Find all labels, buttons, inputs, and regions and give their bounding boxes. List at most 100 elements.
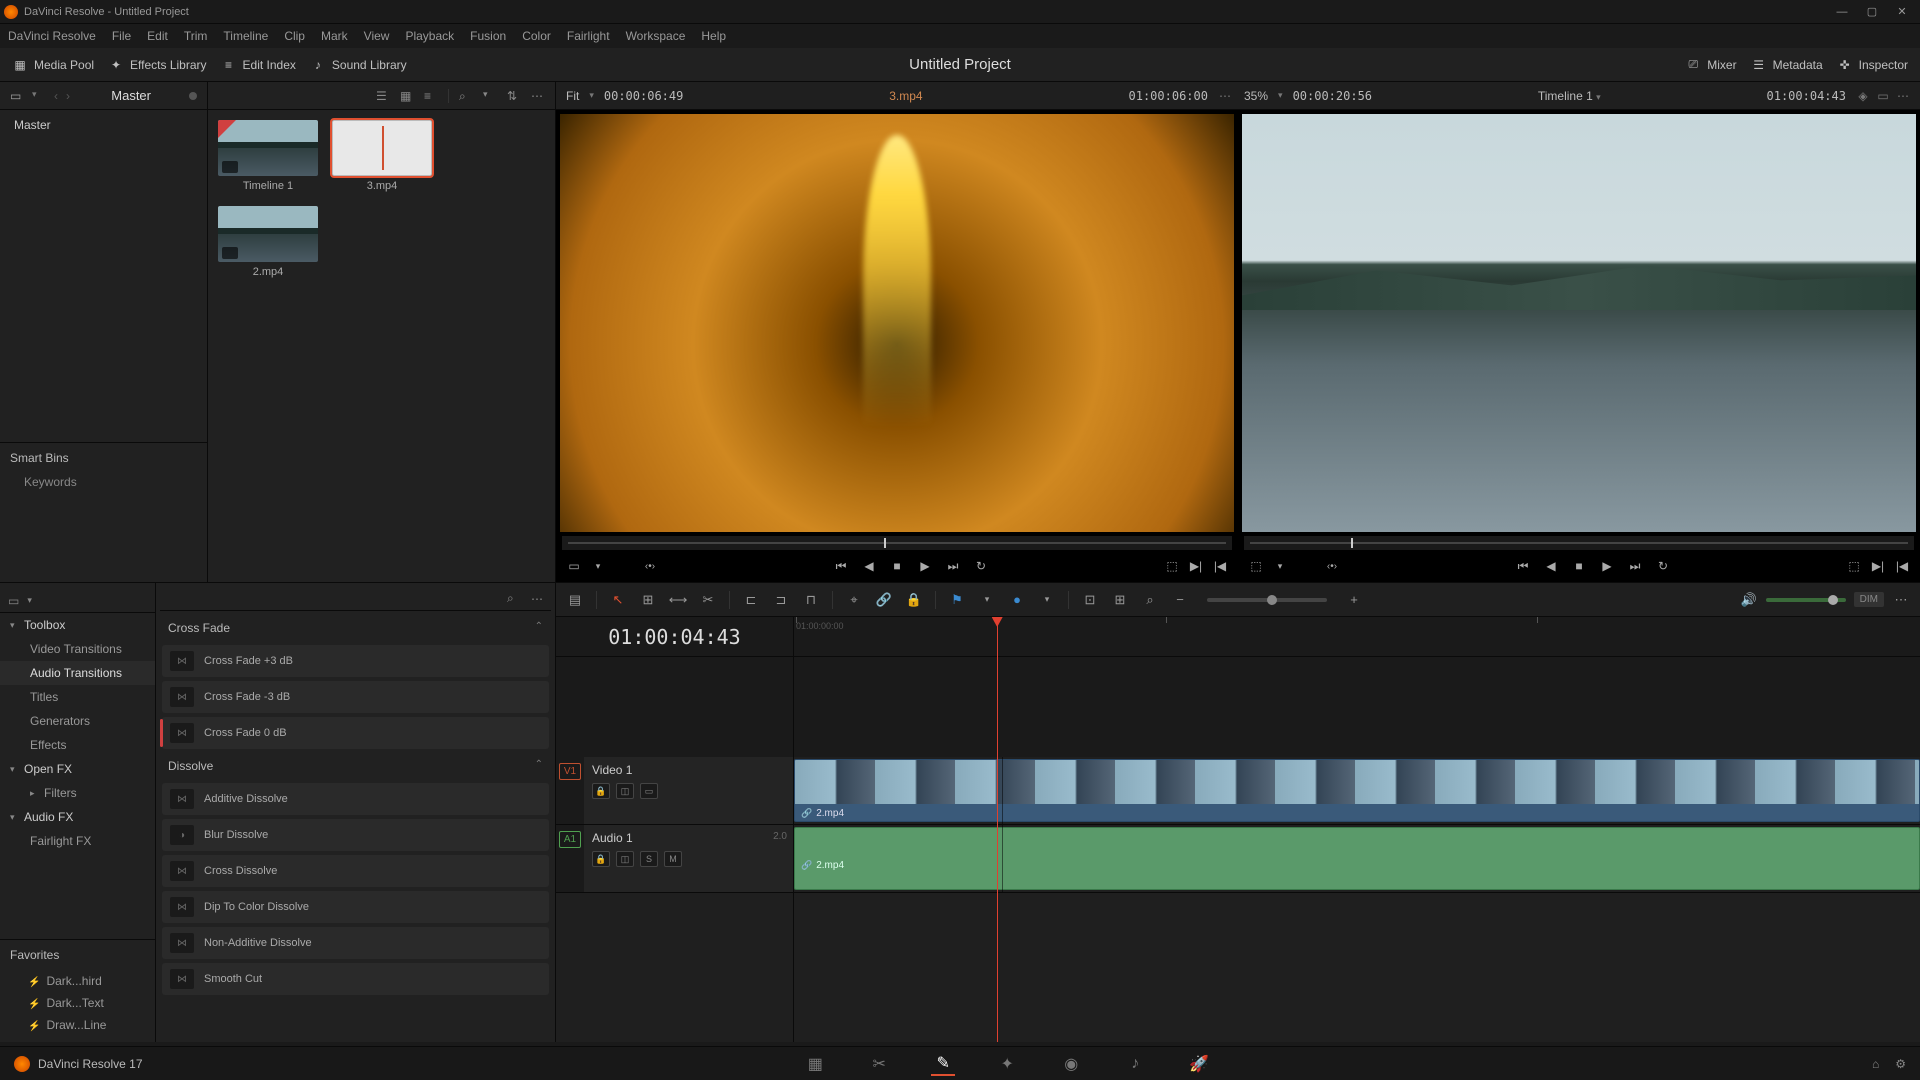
viewer-rect-icon[interactable]: ▭ xyxy=(1876,89,1890,103)
playhead[interactable] xyxy=(997,617,998,1042)
metadata-toggle[interactable]: ☰Metadata xyxy=(1751,57,1823,73)
audio-track-lane[interactable]: 🔗2.mp4 xyxy=(794,825,1920,893)
track-solo-button[interactable]: S xyxy=(640,851,658,867)
timeline-options-icon[interactable]: ⋯ xyxy=(1896,89,1910,103)
settings-icon[interactable]: ⚙ xyxy=(1895,1057,1906,1071)
fx-item[interactable]: ⋈Cross Dissolve xyxy=(162,855,549,887)
selection-tool[interactable]: ↖ xyxy=(609,591,627,609)
blade-tool[interactable]: ✂ xyxy=(699,591,717,609)
menu-color[interactable]: Color xyxy=(522,29,551,43)
fx-cat-video-trans[interactable]: Video Transitions xyxy=(0,637,155,661)
collapse-icon[interactable]: ⌃ xyxy=(535,621,543,635)
menu-help[interactable]: Help xyxy=(701,29,726,43)
timeline-viewer-screen[interactable] xyxy=(1242,114,1916,532)
zoom-in-icon[interactable]: + xyxy=(1345,591,1363,609)
nav-back-icon[interactable]: ‹ xyxy=(54,89,58,103)
timeline-mode-icon[interactable]: ⬚ xyxy=(1248,558,1264,574)
prev-mark-icon[interactable]: ‹•› xyxy=(642,558,658,574)
strip-view-icon[interactable]: ≡ xyxy=(424,89,438,103)
page-fairlight[interactable]: ♪ xyxy=(1123,1052,1147,1076)
timeline-zoom-pct[interactable]: 35% xyxy=(1244,89,1268,103)
in-point-icon[interactable]: ▶| xyxy=(1188,558,1204,574)
timeline-ruler[interactable]: 01:00:00:00 xyxy=(794,617,1920,657)
minimize-button[interactable]: — xyxy=(1836,6,1848,18)
menu-fairlight[interactable]: Fairlight xyxy=(567,29,610,43)
track-mute-button[interactable]: M xyxy=(664,851,682,867)
fx-item[interactable]: ⋈Cross Fade 0 dB xyxy=(162,717,549,749)
track-lock-icon[interactable]: 🔒 xyxy=(592,783,610,799)
audio-track-header[interactable]: A1 Audio 1 🔒 ◫ S M 2.0 xyxy=(556,825,793,893)
track-lock-icon[interactable]: 🔒 xyxy=(592,851,610,867)
bypass-icon[interactable]: ◈ xyxy=(1856,89,1870,103)
fx-toolbox[interactable]: ▾Toolbox xyxy=(0,613,155,637)
match-frame-icon[interactable]: ⬚ xyxy=(1846,558,1862,574)
source-options-icon[interactable]: ⋯ xyxy=(1218,89,1232,103)
dynamic-trim-tool[interactable]: ⟷ xyxy=(669,591,687,609)
bin-tree-root[interactable]: Master xyxy=(0,110,207,140)
timeline-options-icon[interactable]: ⋯ xyxy=(1892,591,1910,609)
fx-favorite[interactable]: Dark...hird xyxy=(0,970,155,992)
fx-favorite[interactable]: Dark...Text xyxy=(0,992,155,1014)
track-tag[interactable]: A1 xyxy=(559,831,581,848)
fx-item[interactable]: ⋈Dip To Color Dissolve xyxy=(162,891,549,923)
pool-clip[interactable]: Timeline 1 xyxy=(218,120,318,192)
fx-group-header[interactable]: Dissolve⌃ xyxy=(160,753,551,779)
source-scrubber[interactable] xyxy=(562,536,1232,550)
play-button[interactable]: ▶ xyxy=(917,558,933,574)
zoom-detail-icon[interactable]: ⊞ xyxy=(1111,591,1129,609)
inspector-toggle[interactable]: ✜Inspector xyxy=(1837,57,1908,73)
track-disable-icon[interactable]: ▭ xyxy=(640,783,658,799)
fx-favorite[interactable]: Draw...Line xyxy=(0,1014,155,1036)
first-frame-button[interactable]: ⏮ xyxy=(1515,558,1531,574)
list-view-icon[interactable]: ☰ xyxy=(376,89,390,103)
fx-item[interactable]: ⋈Cross Fade +3 dB xyxy=(162,645,549,677)
menu-workspace[interactable]: Workspace xyxy=(626,29,686,43)
menu-playback[interactable]: Playback xyxy=(405,29,454,43)
effects-library-toggle[interactable]: ✦Effects Library xyxy=(108,57,206,73)
menu-mark[interactable]: Mark xyxy=(321,29,348,43)
fx-panel-icon[interactable]: ▭ xyxy=(8,594,19,608)
first-frame-button[interactable]: ⏮ xyxy=(833,558,849,574)
chevron-down-icon[interactable]: ▾ xyxy=(589,90,594,101)
search-icon[interactable]: ⌕ xyxy=(459,89,473,103)
out-point-icon[interactable]: |◀ xyxy=(1894,558,1910,574)
insert-clip-icon[interactable]: ⊏ xyxy=(742,591,760,609)
link-icon[interactable]: 🔗 xyxy=(875,591,893,609)
source-viewer-screen[interactable] xyxy=(560,114,1234,532)
fx-audiofx[interactable]: ▾Audio FX xyxy=(0,805,155,829)
mixer-toggle[interactable]: ⎚Mixer xyxy=(1685,57,1736,73)
sort-icon[interactable]: ⇅ xyxy=(507,89,521,103)
thumb-view-icon[interactable]: ▦ xyxy=(400,89,414,103)
pool-clip[interactable]: 3.mp4 xyxy=(332,120,432,192)
replace-clip-icon[interactable]: ⊓ xyxy=(802,591,820,609)
fx-cat-generators[interactable]: Generators xyxy=(0,709,155,733)
page-fusion[interactable]: ✦ xyxy=(995,1052,1019,1076)
page-color[interactable]: ◉ xyxy=(1059,1052,1083,1076)
chevron-down-icon[interactable]: ▾ xyxy=(978,591,996,609)
last-frame-button[interactable]: ⏭ xyxy=(945,558,961,574)
menu-view[interactable]: View xyxy=(364,29,390,43)
timeline-viewer-name[interactable]: Timeline 1 ▾ xyxy=(1538,89,1601,103)
dim-button[interactable]: DIM xyxy=(1854,592,1884,607)
lock-icon[interactable]: 🔒 xyxy=(905,591,923,609)
flag-icon[interactable]: ⚑ xyxy=(948,591,966,609)
fx-item[interactable]: ⋈Smooth Cut xyxy=(162,963,549,995)
clip-cut[interactable] xyxy=(1002,825,1003,892)
page-deliver[interactable]: 🚀 xyxy=(1187,1052,1211,1076)
marker-icon[interactable]: ● xyxy=(1008,591,1026,609)
bin-breadcrumb[interactable]: Master xyxy=(111,88,151,103)
out-point-icon[interactable]: |◀ xyxy=(1212,558,1228,574)
timeline-view-icon[interactable]: ▤ xyxy=(566,591,584,609)
snap-icon[interactable]: ⌖ xyxy=(845,591,863,609)
zoom-slider[interactable] xyxy=(1207,598,1327,602)
speaker-icon[interactable]: 🔊 xyxy=(1740,591,1758,609)
nav-fwd-icon[interactable]: › xyxy=(66,89,70,103)
menu-clip[interactable]: Clip xyxy=(284,29,305,43)
source-mode-icon[interactable]: ▭ xyxy=(566,558,582,574)
chevron-down-icon[interactable]: ▾ xyxy=(1272,558,1288,574)
menu-trim[interactable]: Trim xyxy=(184,29,208,43)
chevron-down-icon[interactable]: ▾ xyxy=(1038,591,1056,609)
play-button[interactable]: ▶ xyxy=(1599,558,1615,574)
fx-item[interactable]: ⋈Additive Dissolve xyxy=(162,783,549,815)
page-edit[interactable]: ✎ xyxy=(931,1052,955,1076)
